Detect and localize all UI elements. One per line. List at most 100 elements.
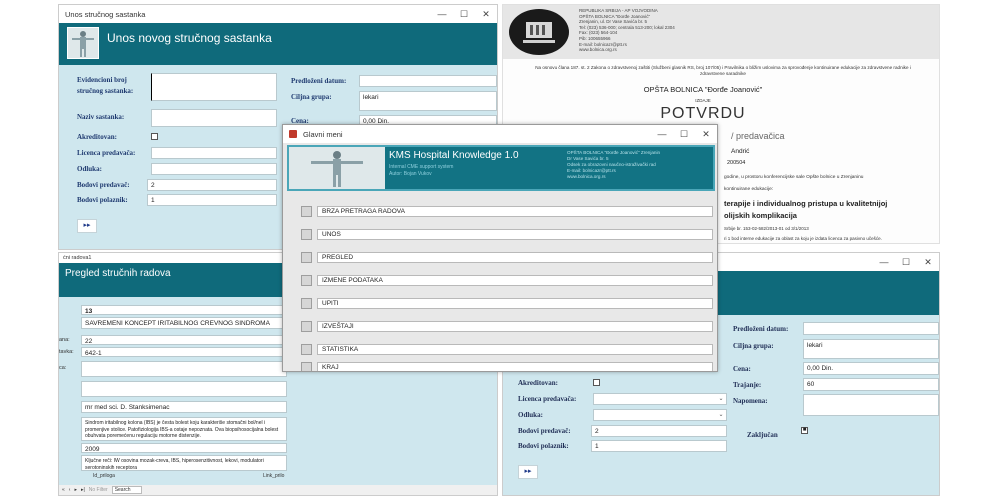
odluka-combo[interactable]: ⌄: [593, 409, 727, 421]
chevron-down-icon[interactable]: ⌄: [717, 411, 725, 419]
menu-item-izmene[interactable]: IZMENE PODATAKA: [301, 274, 713, 287]
document-name: Andrić: [731, 148, 750, 155]
bodovi-polaznik-input[interactable]: 1: [591, 440, 727, 452]
menu-item-label[interactable]: UNOS: [317, 229, 713, 240]
licenca-combo[interactable]: ⌄: [593, 393, 727, 405]
inst-line: www.bolnica.org.rs: [579, 47, 617, 53]
nav-next-icon[interactable]: ▸: [74, 487, 77, 493]
zakljucan-checkbox[interactable]: ■: [801, 427, 808, 434]
author-field[interactable]: mr med sci. D. Stanksimenac: [81, 401, 287, 413]
minimize-icon[interactable]: —: [431, 9, 453, 20]
search-box[interactable]: Search: [111, 486, 142, 494]
menu-item-label[interactable]: IZVEŠTAJI: [317, 321, 713, 332]
nav-prev-icon[interactable]: ‹: [69, 487, 71, 493]
napomena-label: Napomena:: [733, 397, 768, 405]
napomena-input[interactable]: [803, 394, 939, 416]
menu-item-upiti[interactable]: UPITI: [301, 297, 713, 310]
rad-id-field[interactable]: 13: [81, 305, 287, 315]
evidencioni-input[interactable]: [151, 73, 277, 101]
menu-item-kraj[interactable]: KRAJ: [301, 361, 713, 371]
nav-last-icon[interactable]: ▸|: [81, 487, 85, 493]
unos-titlebar: Unos stručnog sastanka — ☐ ✕: [59, 5, 497, 23]
bodovi-predavac-input[interactable]: 2: [147, 179, 277, 191]
trajanje-label: Trajanje:: [733, 381, 762, 389]
minimize-icon[interactable]: —: [873, 257, 895, 268]
menu-button-icon[interactable]: [301, 361, 312, 371]
menu-item-label[interactable]: UPITI: [317, 298, 713, 309]
unos-header: Unos novog stručnog sastanka: [59, 23, 497, 65]
field-a-input[interactable]: 22: [81, 335, 287, 345]
ciljna-grupa-input[interactable]: lekari: [803, 339, 939, 359]
nav-first-icon[interactable]: «: [62, 487, 65, 493]
akreditovan-checkbox[interactable]: [151, 133, 158, 140]
menu-button-icon[interactable]: [301, 275, 312, 286]
menu-titlebar: Glavni meni — ☐ ✕: [283, 125, 717, 143]
menu-window-title: Glavni meni: [303, 129, 343, 139]
field-b-input[interactable]: 642-1: [81, 347, 287, 357]
year-field[interactable]: 2009: [81, 443, 287, 453]
nav-next-button[interactable]: ▸▸: [77, 219, 97, 233]
menu-item-pregled[interactable]: PREGLED: [301, 251, 713, 264]
menu-item-label[interactable]: STATISTIKA: [317, 344, 713, 355]
menu-item-label[interactable]: KRAJ: [317, 361, 713, 371]
licenca-label: Licenca predavača:: [518, 395, 577, 403]
close-icon[interactable]: ✕: [475, 9, 497, 20]
document-topic1: terapije i individualnog pristupa u kval…: [724, 199, 888, 208]
menu-button-icon[interactable]: [301, 206, 312, 217]
close-icon[interactable]: ✕: [695, 129, 717, 140]
menu-button-icon[interactable]: [301, 252, 312, 263]
menu-item-brza-pretraga[interactable]: BRZA PRETRAGA RADOVA: [301, 205, 713, 218]
cena-label: Cena:: [733, 365, 751, 373]
document-org: OPŠTA BOLNICA "Đorđe Joanović": [643, 85, 763, 94]
field-c-input[interactable]: [81, 361, 287, 377]
ciljna-grupa-input[interactable]: lekari: [359, 91, 497, 111]
rad-title-field[interactable]: SAVREMENI KONCEPT IRITABILNOG CREVNOG SI…: [81, 317, 287, 329]
licenca-combo[interactable]: [151, 147, 277, 159]
app-icon: [289, 130, 297, 138]
cena-input[interactable]: 0,00 Din.: [803, 362, 939, 375]
filter-indicator[interactable]: No Filter: [89, 487, 108, 493]
keywords-field[interactable]: Ključne reči: IW osovina mozak-creva, IB…: [81, 455, 287, 471]
maximize-icon[interactable]: ☐: [673, 129, 695, 140]
menu-button-icon[interactable]: [301, 344, 312, 355]
maximize-icon[interactable]: ☐: [453, 9, 475, 20]
evidencioni-label: Evidencioni broj stručnog sastanka:: [77, 76, 134, 95]
menu-item-label[interactable]: PREGLED: [317, 252, 713, 263]
abstract-field[interactable]: Sindrom iritabilnog kolona (IBS) je čest…: [81, 417, 287, 441]
app-subtitle: Internal CME support system: [389, 164, 454, 170]
close-icon[interactable]: ✕: [917, 257, 939, 268]
document-legal-text: Na osnovu člana 187. st. 2 Zakona o zdra…: [535, 65, 911, 76]
maximize-icon[interactable]: ☐: [895, 257, 917, 268]
naziv-input[interactable]: [151, 109, 277, 127]
menu-button-icon[interactable]: [301, 321, 312, 332]
minimize-icon[interactable]: —: [651, 129, 673, 140]
predlozeni-datum-label: Predloženi datum:: [733, 325, 789, 333]
attach-label: Id_priloga: [93, 473, 115, 479]
app-name: KMS Hospital Knowledge 1.0: [389, 150, 519, 161]
menu-item-statistika[interactable]: STATISTIKA: [301, 343, 713, 356]
record-navigator: « ‹ ▸ ▸| No Filter Search: [59, 485, 497, 495]
document-line4: ri 1 bod interne edukacije za oblast za …: [724, 236, 882, 241]
menu-item-izvestaji[interactable]: IZVEŠTAJI: [301, 320, 713, 333]
menu-button-icon[interactable]: [301, 229, 312, 240]
document-line2: kontinuirane edukacije:: [724, 187, 774, 192]
field-d-input[interactable]: [81, 381, 287, 397]
predlozeni-datum-input[interactable]: [359, 75, 497, 87]
menu-button-icon[interactable]: [301, 298, 312, 309]
pregled-tab[interactable]: ćni radova1: [59, 253, 95, 263]
akreditovan-label: Akreditovan:: [518, 379, 558, 387]
menu-item-label[interactable]: IZMENE PODATAKA: [317, 275, 713, 286]
trajanje-input[interactable]: 60: [803, 378, 939, 391]
bodovi-predavac-input[interactable]: 2: [591, 425, 727, 437]
akreditovan-checkbox[interactable]: [593, 379, 600, 386]
menu-item-label[interactable]: BRZA PRETRAGA RADOVA: [317, 206, 713, 217]
bodovi-polaznik-input[interactable]: 1: [147, 194, 277, 206]
document-number: 200504: [727, 160, 746, 166]
odluka-combo[interactable]: [151, 163, 277, 175]
menu-item-unos[interactable]: UNOS: [301, 228, 713, 241]
document-line1: godine, u prostoru konferencijske sale O…: [724, 175, 864, 180]
nav-next-button[interactable]: ▸▸: [518, 465, 538, 479]
predlozeni-datum-input[interactable]: [803, 322, 939, 335]
chevron-down-icon[interactable]: ⌄: [717, 395, 725, 403]
unos-header-title: Unos novog stručnog sastanka: [107, 31, 272, 45]
